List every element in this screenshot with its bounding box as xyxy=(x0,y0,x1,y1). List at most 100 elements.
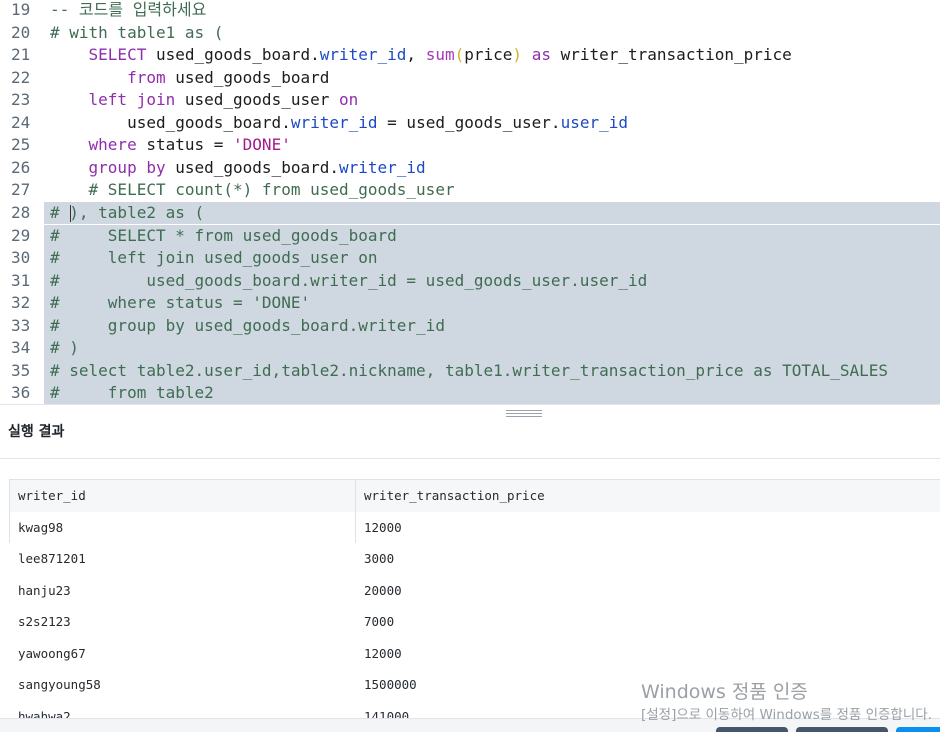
code-line-text[interactable]: # ) xyxy=(44,337,940,360)
code-line-text[interactable]: SELECT used_goods_board.writer_id, sum(p… xyxy=(44,44,940,67)
code-line[interactable]: 30 # left join used_goods_user on xyxy=(0,247,940,270)
code-token: # select table2.user_id,table2.nickname,… xyxy=(50,360,889,380)
code-token: # from table2 xyxy=(50,383,214,403)
code-line[interactable]: 27 # SELECT count(*) from used_goods_use… xyxy=(0,179,940,202)
code-line-text[interactable]: used_goods_board.writer_id = used_goods_… xyxy=(44,112,940,135)
code-token: used_goods_board. xyxy=(165,157,339,177)
code-line[interactable]: 24 used_goods_board.writer_id = used_goo… xyxy=(0,112,940,135)
code-line-text[interactable]: where status = 'DONE' xyxy=(44,134,940,157)
code-line-text[interactable]: # group by used_goods_board.writer_id xyxy=(44,314,940,338)
code-line[interactable]: 23 left join used_goods_user on xyxy=(0,89,940,112)
code-line-text[interactable]: # SELECT count(*) from used_goods_user xyxy=(44,179,940,202)
code-token: 'DONE' xyxy=(233,135,291,155)
code-token: # ) xyxy=(50,338,79,358)
code-token: status = xyxy=(136,135,234,155)
panel-splitter[interactable] xyxy=(0,404,940,420)
table-cell: lee871201 xyxy=(9,543,356,575)
column-header: writer_id xyxy=(9,479,356,512)
code-token: # left join used_goods_user on xyxy=(50,248,378,268)
code-token: SELECT xyxy=(88,45,147,65)
line-number: 22 xyxy=(11,67,31,87)
code-line-text[interactable]: # SELECT * from used_goods_board xyxy=(44,224,940,248)
code-line-text[interactable]: # with table1 as ( xyxy=(44,22,940,45)
code-line[interactable]: 25 where status = 'DONE' xyxy=(0,134,940,157)
table-cell: 7000 xyxy=(355,606,940,638)
code-token: # SELECT * from used_goods_board xyxy=(50,225,397,245)
table-row: s2s2123 7000 xyxy=(9,606,940,638)
code-token: ) xyxy=(512,45,523,65)
code-line-text[interactable]: # from table2 xyxy=(44,382,940,404)
code-token: # where status = 'DONE' xyxy=(50,293,311,313)
line-number: 20 xyxy=(11,22,31,42)
code-line-text[interactable]: from used_goods_board xyxy=(44,67,940,90)
table-cell: 20000 xyxy=(355,574,940,606)
code-line-text[interactable]: # ), table2 as ( xyxy=(44,201,940,225)
line-number: 33 xyxy=(11,315,31,335)
code-token: = used_goods_user. xyxy=(377,112,561,132)
drag-handle-icon[interactable] xyxy=(506,410,542,419)
table-cell: 1500000 xyxy=(355,669,940,701)
code-line-text[interactable]: # left join used_goods_user on xyxy=(44,247,940,270)
code-line[interactable]: 34 # ) xyxy=(0,337,940,360)
code-line[interactable]: 22 from used_goods_board xyxy=(0,67,940,90)
action-button-2[interactable] xyxy=(796,727,888,732)
code-line-text[interactable]: -- 코드를 입력하세요 xyxy=(44,0,940,22)
code-line-text[interactable]: left join used_goods_user on xyxy=(44,89,940,112)
code-line[interactable]: 26 group by used_goods_board.writer_id xyxy=(0,157,940,180)
code-token: ( xyxy=(454,45,465,65)
code-line[interactable]: 29 # SELECT * from used_goods_board xyxy=(0,224,940,248)
code-line[interactable]: 21 SELECT used_goods_board.writer_id, su… xyxy=(0,44,940,67)
line-number: 30 xyxy=(11,248,31,268)
code-token: # used_goods_board.writer_id = used_good… xyxy=(50,270,648,290)
code-editor[interactable]: 19 -- 코드를 입력하세요 20 # with table1 as (21 SEL… xyxy=(0,0,940,404)
line-number: 34 xyxy=(11,338,31,358)
result-header-row: writer_id writer_transaction_price xyxy=(9,479,940,512)
code-token: user_id xyxy=(560,112,628,132)
table-row: lee871201 3000 xyxy=(9,543,940,575)
table-cell: yawoong67 xyxy=(9,637,356,669)
code-line[interactable]: 36 # from table2 xyxy=(0,382,940,404)
code-token: left join xyxy=(88,90,176,110)
line-number: 27 xyxy=(11,180,31,200)
table-cell: hanju23 xyxy=(9,574,356,606)
result-divider xyxy=(0,458,940,459)
submit-button[interactable] xyxy=(896,727,940,732)
table-row: hanju23 20000 xyxy=(9,574,940,606)
line-number: 31 xyxy=(11,270,31,290)
code-line-text[interactable]: # select table2.user_id,table2.nickname,… xyxy=(44,359,940,383)
code-token: -- 코드를 입력하세요 xyxy=(50,0,207,19)
code-line[interactable]: 28 # ), table2 as ( xyxy=(0,201,940,225)
line-number: 28 xyxy=(11,202,31,222)
result-table: writer_id writer_transaction_price kwag9… xyxy=(9,479,940,732)
action-button-1[interactable] xyxy=(716,727,788,732)
table-row: sangyoung58 1500000 xyxy=(9,669,940,701)
code-token: used_goods_board. xyxy=(50,112,291,132)
code-token: group by xyxy=(88,157,166,177)
line-number: 35 xyxy=(11,360,31,380)
code-line[interactable]: 20 # with table1 as ( xyxy=(0,22,940,45)
code-line[interactable]: 32 # where status = 'DONE' xyxy=(0,292,940,315)
code-line[interactable]: 35 # select table2.user_id,table2.nicknam… xyxy=(0,359,940,383)
code-line[interactable]: 31 # used_goods_board.writer_id = used_go… xyxy=(0,269,940,293)
code-line-text[interactable]: # where status = 'DONE' xyxy=(44,292,940,315)
table-cell: s2s2123 xyxy=(9,606,356,638)
code-token: from xyxy=(127,67,166,87)
line-number: 29 xyxy=(11,225,31,245)
code-line-text[interactable]: group by used_goods_board.writer_id xyxy=(44,157,940,180)
code-line-text[interactable]: # used_goods_board.writer_id = used_good… xyxy=(44,269,940,293)
code-line[interactable]: 19 -- 코드를 입력하세요 xyxy=(0,0,940,22)
code-token: , xyxy=(406,45,426,65)
line-number: 32 xyxy=(11,293,31,313)
code-token: on xyxy=(339,90,359,110)
result-panel-title: 실행 결과 xyxy=(8,424,65,440)
code-token: writer_id xyxy=(319,45,407,65)
code-line[interactable]: 33 # group by used_goods_board.writer_id xyxy=(0,314,940,338)
table-cell: 3000 xyxy=(355,543,940,575)
table-cell: 12000 xyxy=(355,511,940,543)
